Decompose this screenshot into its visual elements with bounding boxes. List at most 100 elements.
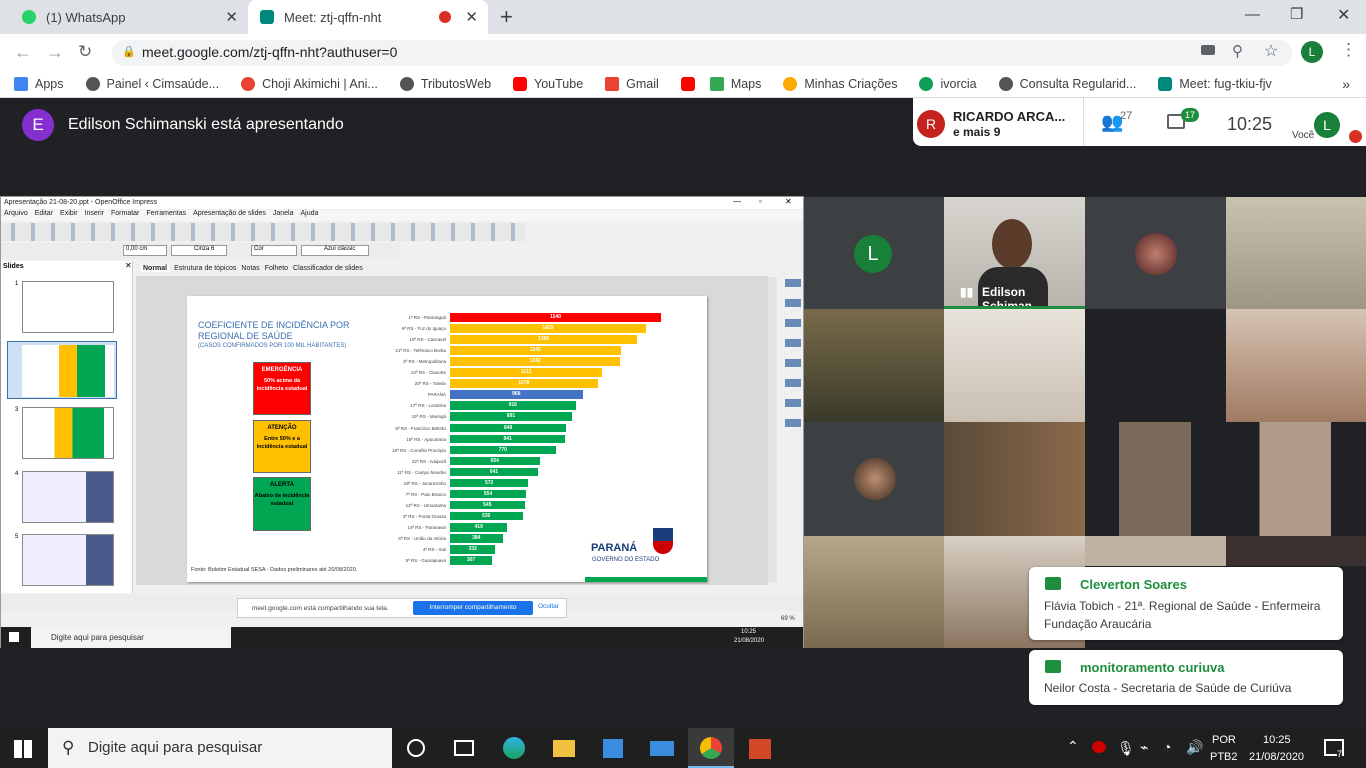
chrome-taskbar-button[interactable] <box>688 728 734 768</box>
bookmark-ivorcia[interactable]: ivorcia <box>919 76 977 91</box>
bookmark-consulta[interactable]: Consulta Regularid... <box>998 76 1136 91</box>
stop-sharing-button[interactable]: Interromper compartilhamento <box>413 601 533 615</box>
line-color-field[interactable]: Cinza 6 <box>171 245 227 256</box>
video-tile-self[interactable]: L <box>804 197 944 309</box>
slide-thumb-2-selected[interactable] <box>7 341 117 399</box>
video-tile-edilson[interactable]: ▮▮ Edilson Schiman... <box>944 197 1085 309</box>
chat-notification[interactable]: monitoramento curiuva Neilor Costa - Sec… <box>1029 650 1343 705</box>
taskbar-clock[interactable]: 10:25 <box>1263 734 1291 746</box>
bookmark-minhas-criacoes[interactable]: Minhas Criações <box>783 76 897 91</box>
hide-button[interactable]: Ocultar <box>538 603 559 610</box>
status-icon[interactable] <box>1092 741 1106 753</box>
new-tab-button[interactable]: + <box>500 4 513 30</box>
close-pane-button[interactable]: ✕ <box>125 261 132 270</box>
wifi-icon[interactable]: ◔ <box>1163 739 1171 755</box>
start-icon[interactable] <box>14 740 32 758</box>
video-tile[interactable] <box>1085 197 1226 309</box>
task-view-icon[interactable] <box>454 740 474 756</box>
inner-search[interactable]: Digite aqui para pesquisar <box>31 627 231 648</box>
window-close-button[interactable]: ✕ <box>1337 5 1350 25</box>
tab-normal[interactable]: Normal <box>141 265 170 272</box>
bookmark-meet[interactable]: Meet: fug-tkiu-fjv <box>1158 76 1272 91</box>
close-button[interactable]: ✕ <box>785 197 792 206</box>
video-tile[interactable] <box>944 309 1085 422</box>
video-tile[interactable] <box>1085 422 1226 536</box>
mail-icon[interactable] <box>650 741 674 756</box>
tab-handout[interactable]: Folheto <box>265 265 288 272</box>
close-icon[interactable]: ✕ <box>465 8 478 26</box>
bookmark-tributosweb[interactable]: TributosWeb <box>399 76 491 91</box>
keyboard-layout[interactable]: PTB2 <box>1210 751 1238 763</box>
standard-toolbar[interactable] <box>1 223 526 241</box>
bookmark-choji[interactable]: Choji Akimichi | Ani... <box>241 76 378 91</box>
star-icon[interactable]: ☆ <box>1264 41 1278 61</box>
cortana-icon[interactable] <box>407 739 425 757</box>
menu-janela[interactable]: Janela <box>273 210 294 221</box>
tab-whatsapp[interactable]: (1) WhatsApp ✕ <box>8 0 246 34</box>
powerpoint-icon[interactable] <box>749 739 771 759</box>
menu-formatar[interactable]: Formatar <box>111 210 139 221</box>
more-bookmarks-icon[interactable]: » <box>1342 76 1350 92</box>
chevron-up-icon[interactable]: ⌃ <box>1067 738 1079 755</box>
zoom-icon[interactable]: ⚲ <box>1232 42 1243 60</box>
slide-thumb-1[interactable] <box>22 281 114 333</box>
tab-outline[interactable]: Estrutura de tópicos <box>174 265 236 272</box>
menu-ajuda[interactable]: Ajuda <box>301 210 319 221</box>
tab-notes[interactable]: Notas <box>241 265 259 272</box>
network-icon[interactable]: ⌁ <box>1140 739 1148 756</box>
bookmark-youtube[interactable]: YouTube <box>513 76 583 91</box>
video-tile[interactable] <box>1226 536 1366 566</box>
address-bar[interactable]: 🔒 meet.google.com/ztj-qffn-nht?authuser=… <box>112 40 1292 66</box>
profile-avatar[interactable]: L <box>1301 41 1323 63</box>
video-tile[interactable] <box>1226 197 1366 309</box>
microphone-icon[interactable]: 🎙 <box>1117 740 1135 757</box>
restore-button[interactable]: ❐ <box>1290 5 1303 23</box>
bookmark-gmail[interactable]: Gmail <box>605 76 659 91</box>
volume-icon[interactable]: 🔊 <box>1186 739 1203 756</box>
bookmark-apps[interactable]: Apps <box>14 76 64 91</box>
menu-ferramentas[interactable]: Ferramentas <box>146 210 186 221</box>
taskbar-search[interactable]: Digite aqui para pesquisar <box>48 728 392 768</box>
vertical-scrollbar[interactable] <box>768 277 777 582</box>
slide-thumb-4[interactable] <box>22 471 114 523</box>
camera-icon[interactable] <box>1201 45 1215 55</box>
menu-editar[interactable]: Editar <box>35 210 53 221</box>
area-style-field[interactable]: Cor <box>251 245 297 256</box>
video-tile[interactable] <box>944 422 1085 536</box>
menu-exibir[interactable]: Exibir <box>60 210 78 221</box>
video-tile[interactable] <box>1226 309 1366 422</box>
video-tile[interactable] <box>1085 536 1226 566</box>
slide-thumb-3[interactable] <box>22 407 114 459</box>
close-icon[interactable]: ✕ <box>225 8 238 26</box>
store-icon[interactable] <box>603 739 623 758</box>
menu-arquivo[interactable]: Arquivo <box>4 210 28 221</box>
line-width-field[interactable]: 0,00 cm <box>123 245 167 256</box>
minimize-button[interactable]: — <box>733 197 741 206</box>
taskbar-date[interactable]: 21/08/2020 <box>1249 751 1304 763</box>
sidebar-toolbar[interactable] <box>785 267 801 427</box>
minimize-button[interactable]: — <box>1245 6 1260 23</box>
bookmark-maps[interactable]: Maps <box>709 76 761 91</box>
start-icon[interactable] <box>9 632 19 642</box>
file-explorer-icon[interactable] <box>553 740 575 757</box>
video-tile[interactable] <box>1085 309 1226 422</box>
input-language[interactable]: POR <box>1212 734 1236 746</box>
bookmark-youtube-2[interactable] <box>680 76 702 91</box>
reload-icon[interactable]: ↻ <box>78 42 92 62</box>
tab-slide-sorter[interactable]: Classificador de slides <box>293 265 363 272</box>
menu-apresentacao[interactable]: Apresentação de slides <box>193 210 266 221</box>
menu-inserir[interactable]: Inserir <box>85 210 104 221</box>
video-tile[interactable] <box>804 536 944 648</box>
menu-icon[interactable]: ⋮ <box>1340 40 1357 60</box>
video-tile[interactable] <box>804 309 944 422</box>
tab-meet[interactable]: Meet: ztj-qffn-nht ✕ <box>248 0 488 34</box>
edge-icon[interactable] <box>503 737 525 759</box>
back-icon[interactable]: ← <box>14 42 32 63</box>
chat-notification[interactable]: Cleverton Soares Flávia Tobich - 21ª. Re… <box>1029 567 1343 640</box>
video-tile[interactable] <box>1226 422 1366 536</box>
bookmark-painel[interactable]: Painel ‹ Cimsaúde... <box>85 76 219 91</box>
forward-icon[interactable]: → <box>46 42 64 63</box>
maximize-button[interactable]: ▫ <box>759 197 762 206</box>
video-tile[interactable] <box>804 422 944 536</box>
area-color-field[interactable]: Azul clássic <box>301 245 369 256</box>
